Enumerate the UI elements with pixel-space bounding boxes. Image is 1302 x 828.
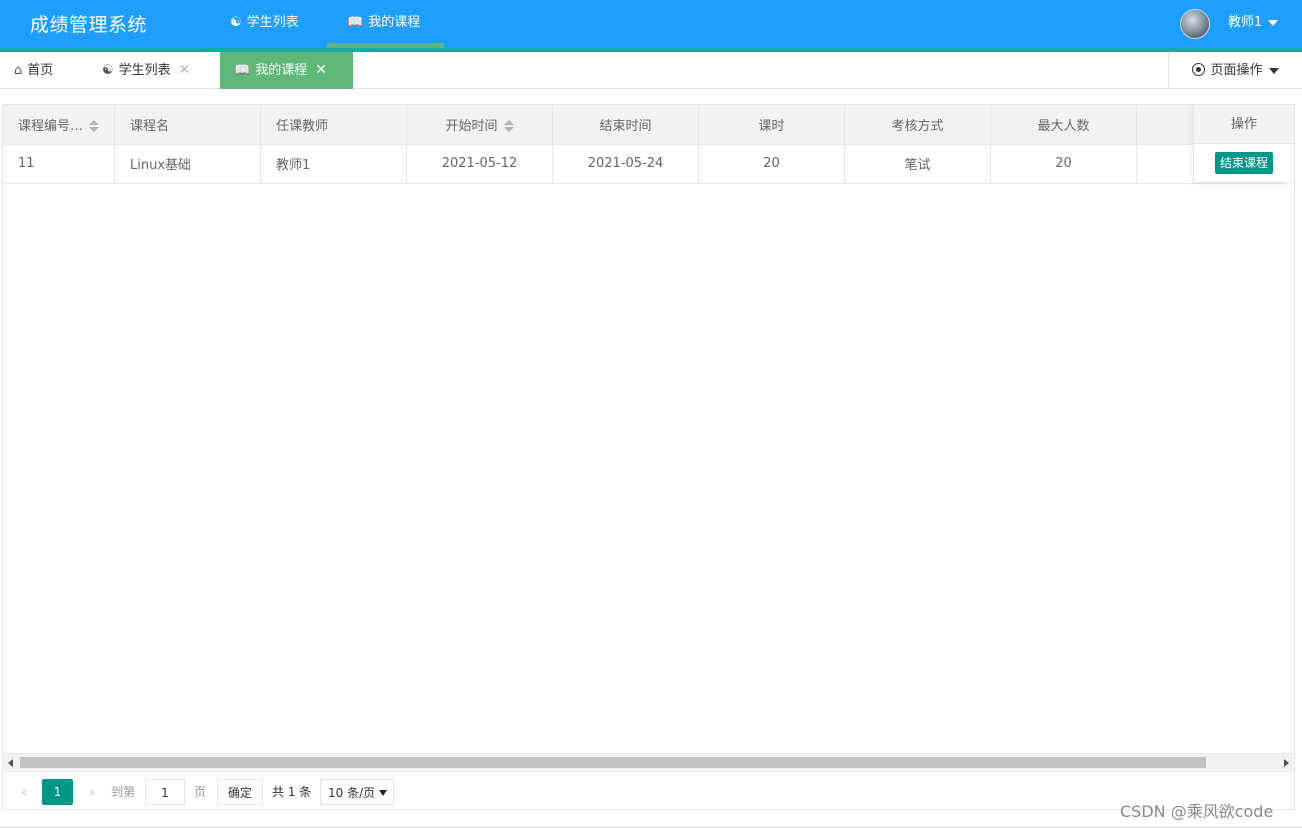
tab-label: 首页 xyxy=(27,63,54,78)
cell-teacher: 教师1 xyxy=(260,144,408,184)
book-icon: 📖 xyxy=(347,15,364,30)
col-header-actions: 操作 xyxy=(1194,105,1294,144)
cell-course-name: Linux基础 xyxy=(114,144,262,184)
current-page-button[interactable]: 1 xyxy=(42,779,73,805)
cell-max-students: 20 xyxy=(990,144,1138,184)
next-page-button[interactable]: › xyxy=(85,779,99,805)
chevron-down-icon xyxy=(1268,19,1279,26)
col-header-end-time: 结束时间 xyxy=(552,105,700,145)
table-header-row: 课程编号… 课程名 任课教师 开始时间 结束时间 课时 考核方式 最大人数 已选 xyxy=(3,105,1284,145)
tab-bar: ⌂ 首页 ☯ 学生列表 ✕ 📖 我的课程 ✕ 页面操作 xyxy=(0,52,1302,89)
page-size-value: 10 条/页 xyxy=(328,786,376,800)
home-icon: ⌂ xyxy=(14,63,23,78)
pagination: ‹ 1 › 到第 1 页 确定 共 1 条 10 条/页 xyxy=(3,771,1294,809)
top-header: 成绩管理系统 ☯ 学生列表 📖 我的课程 教师1 xyxy=(0,0,1302,48)
prev-page-button[interactable]: ‹ xyxy=(17,779,31,805)
avatar[interactable] xyxy=(1180,9,1210,39)
sort-icon[interactable] xyxy=(89,120,100,133)
total-count: 共 1 条 xyxy=(272,785,312,799)
nav-my-courses[interactable]: 📖 我的课程 xyxy=(327,0,444,48)
page-size-select[interactable]: 10 条/页 xyxy=(320,779,394,805)
cell-course-id: 11 xyxy=(3,144,116,184)
user-name: 教师1 xyxy=(1228,15,1263,30)
chevron-down-icon xyxy=(1268,67,1279,74)
data-table: 课程编号… 课程名 任课教师 开始时间 结束时间 课时 考核方式 最大人数 已选… xyxy=(3,105,1284,184)
table-row[interactable]: 11 Linux基础 教师1 2021-05-12 2021-05-24 20 … xyxy=(3,144,1284,184)
page-ops-label: 页面操作 xyxy=(1210,63,1263,78)
scrollbar-thumb[interactable] xyxy=(20,757,1206,768)
tab-my-courses[interactable]: 📖 我的课程 ✕ xyxy=(220,52,353,89)
col-header-teacher: 任课教师 xyxy=(260,105,408,145)
tab-label: 我的课程 xyxy=(255,63,308,78)
book-icon: 📖 xyxy=(234,63,251,78)
end-course-button[interactable]: 结束课程 xyxy=(1214,152,1273,174)
action-cell: 结束课程 xyxy=(1194,144,1294,183)
user-menu[interactable]: 教师1 xyxy=(1228,0,1279,48)
col-header-exam-type: 考核方式 xyxy=(844,105,992,145)
radio-dot-icon xyxy=(1192,63,1206,76)
fixed-action-column: 操作 结束课程 xyxy=(1193,105,1294,183)
cell-exam-type: 笔试 xyxy=(844,144,992,184)
scroll-left-icon[interactable] xyxy=(8,759,13,767)
scroll-right-icon[interactable] xyxy=(1284,759,1289,767)
app-title: 成绩管理系统 xyxy=(30,14,148,36)
nav-label: 学生列表 xyxy=(246,15,299,30)
tab-label: 学生列表 xyxy=(118,63,171,78)
close-icon[interactable]: ✕ xyxy=(315,62,327,78)
active-nav-indicator xyxy=(327,43,444,48)
confirm-button[interactable]: 确定 xyxy=(217,779,263,805)
watermark: CSDN @乘风欲code xyxy=(1120,802,1274,821)
page-operations-menu[interactable]: 页面操作 xyxy=(1168,52,1302,89)
tab-home[interactable]: ⌂ 首页 xyxy=(0,52,67,89)
col-header-course-name: 课程名 xyxy=(114,105,262,145)
horizontal-scrollbar[interactable] xyxy=(3,753,1294,770)
goto-label: 到第 xyxy=(111,785,136,799)
col-header-start-time[interactable]: 开始时间 xyxy=(406,105,554,145)
course-table: 课程编号… 课程名 任课教师 开始时间 结束时间 课时 考核方式 最大人数 已选… xyxy=(2,104,1295,810)
sort-icon[interactable] xyxy=(503,120,514,133)
page-label: 页 xyxy=(194,785,207,799)
tab-student-list[interactable]: ☯ 学生列表 ✕ xyxy=(88,52,204,89)
users-icon: ☯ xyxy=(230,15,242,30)
chevron-down-icon xyxy=(379,790,387,796)
col-header-course-id[interactable]: 课程编号… xyxy=(3,105,116,145)
nav-student-list[interactable]: ☯ 学生列表 xyxy=(210,0,319,48)
nav-label: 我的课程 xyxy=(368,15,421,30)
cell-start-time: 2021-05-12 xyxy=(406,144,554,184)
cell-hours: 20 xyxy=(698,144,846,184)
close-icon[interactable]: ✕ xyxy=(179,62,191,78)
cell-end-time: 2021-05-24 xyxy=(552,144,700,184)
page-number-input[interactable]: 1 xyxy=(145,779,185,805)
col-header-max-students: 最大人数 xyxy=(990,105,1138,145)
users-icon: ☯ xyxy=(102,63,114,78)
col-header-hours: 课时 xyxy=(698,105,846,145)
